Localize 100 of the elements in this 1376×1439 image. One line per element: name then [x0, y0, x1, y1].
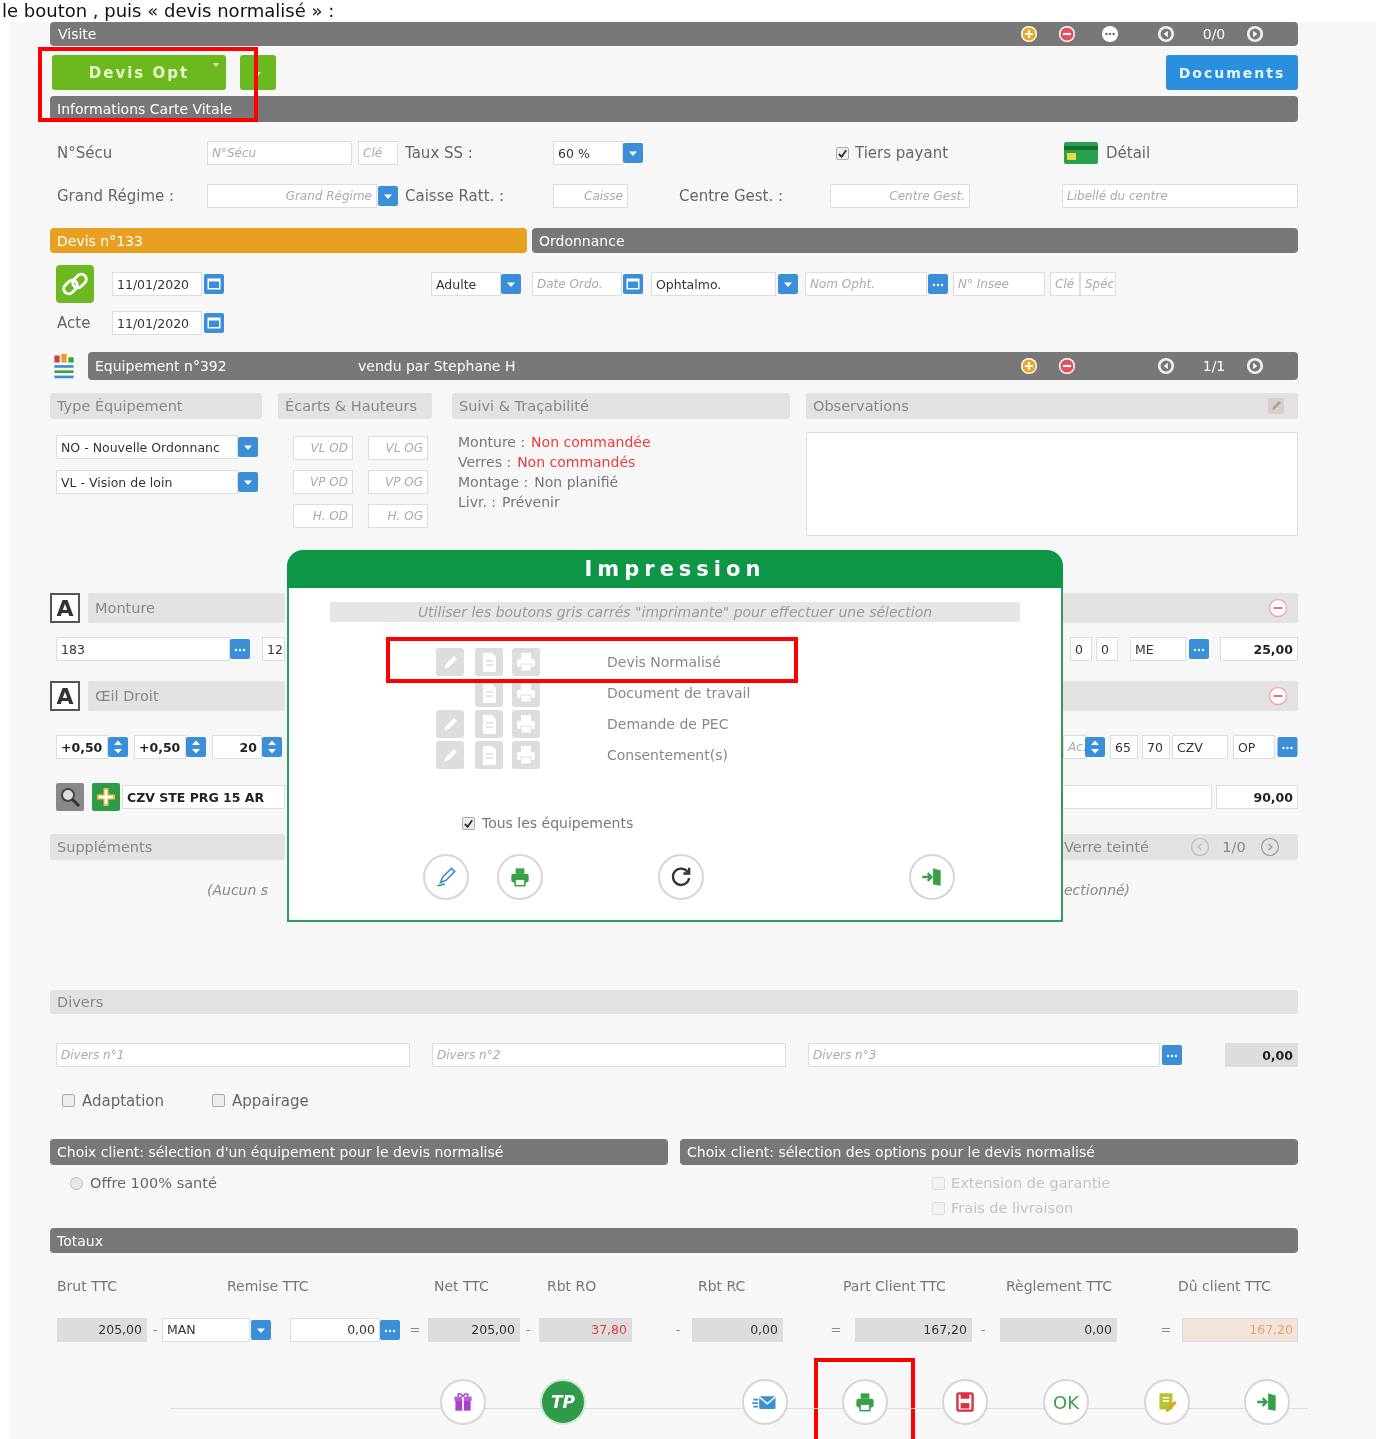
exit-button[interactable]	[909, 854, 955, 900]
calendar-button[interactable]	[204, 313, 224, 333]
input-field[interactable]: Grand Régime	[207, 184, 377, 208]
next-icon[interactable]	[1246, 25, 1264, 43]
dropdown-button[interactable]	[230, 639, 250, 659]
input-field[interactable]: 0,00	[290, 1317, 380, 1342]
previous-icon[interactable]	[1157, 25, 1175, 43]
input-field[interactable]: Libellé du centre	[1062, 184, 1298, 208]
print-button[interactable]	[842, 1379, 888, 1425]
dropdown-button[interactable]	[250, 1319, 272, 1340]
input-field[interactable]: H. OD	[293, 504, 353, 528]
more-icon[interactable]	[1101, 25, 1119, 43]
date-field[interactable]: Date Ordo.	[532, 272, 622, 296]
input-field[interactable]: CZV STE PRG 15 AR	[122, 785, 285, 809]
calendar-button[interactable]	[623, 274, 643, 294]
select-field[interactable]: 60 %	[553, 141, 623, 165]
input-field[interactable]: 65	[1110, 735, 1138, 759]
input-field[interactable]: Divers n°1	[56, 1043, 410, 1067]
price-field[interactable]: 90,00	[1216, 785, 1298, 809]
print-button[interactable]	[497, 854, 543, 900]
input-field[interactable]: Ac.	[1063, 735, 1087, 759]
input-field[interactable]: Clé	[358, 141, 398, 165]
input-field[interactable]: 0	[1096, 637, 1118, 661]
more-button[interactable]	[1161, 1045, 1183, 1065]
refresh-button[interactable]	[658, 854, 704, 900]
select-field[interactable]: ME	[1130, 637, 1186, 661]
input-field[interactable]: OP	[1233, 735, 1275, 759]
input-field[interactable]: 70	[1142, 735, 1170, 759]
date-field[interactable]: 11/01/2020	[112, 311, 202, 335]
remove-icon[interactable]	[1058, 25, 1076, 43]
spinner-button[interactable]	[186, 737, 206, 757]
observations-field[interactable]	[806, 432, 1298, 536]
input-field[interactable]: Clé	[1050, 272, 1080, 296]
checkbox[interactable]	[462, 816, 475, 830]
input-field[interactable]: 12	[262, 637, 285, 661]
mail-button[interactable]	[742, 1379, 788, 1425]
radio-button[interactable]	[70, 1176, 83, 1190]
tp-button[interactable]: TP	[540, 1379, 586, 1425]
input-field[interactable]: N° Insee	[953, 272, 1045, 296]
input-field[interactable]: 20	[212, 735, 262, 759]
devis-button[interactable]: Devis Opt	[52, 55, 226, 90]
spinner-button[interactable]	[108, 737, 128, 757]
input-field[interactable]: VP OG	[368, 470, 428, 494]
save-button[interactable]	[942, 1379, 988, 1425]
input-field[interactable]: VL OD	[293, 436, 353, 460]
input-field[interactable]: H. OG	[368, 504, 428, 528]
input-field[interactable]	[1062, 785, 1212, 809]
documents-button[interactable]: Documents	[1166, 55, 1298, 90]
input-field[interactable]: Spéc	[1080, 272, 1116, 296]
dropdown-button[interactable]	[623, 143, 643, 163]
next-icon[interactable]	[1260, 837, 1280, 857]
sign-button[interactable]	[423, 854, 469, 900]
gift-button[interactable]	[440, 1379, 486, 1425]
dropdown-button[interactable]	[500, 274, 522, 294]
spinner-button[interactable]	[262, 737, 282, 757]
edit-icon[interactable]	[1266, 396, 1286, 416]
previous-icon[interactable]	[1157, 357, 1175, 375]
cross-icon[interactable]	[92, 783, 120, 811]
input-field[interactable]: +0,50	[56, 735, 108, 759]
input-field[interactable]: Nom Opht.	[805, 272, 927, 296]
add-icon[interactable]	[1020, 25, 1038, 43]
more-button[interactable]	[380, 1319, 400, 1340]
input-field[interactable]: Caisse	[553, 184, 628, 208]
dropdown-button[interactable]	[238, 437, 258, 457]
price-field[interactable]: 25,00	[1220, 637, 1298, 661]
checkbox[interactable]	[836, 146, 849, 160]
next-icon[interactable]	[1246, 357, 1264, 375]
more-button[interactable]	[1277, 737, 1298, 757]
select-field[interactable]: Adulte	[431, 272, 501, 296]
select-field[interactable]: VL - Vision de loin	[56, 470, 238, 494]
input-field[interactable]: +0,50	[134, 735, 186, 759]
input-field[interactable]: 183	[56, 637, 230, 661]
remove-icon[interactable]	[1268, 686, 1288, 706]
input-field[interactable]: VP OD	[293, 470, 353, 494]
date-field[interactable]: 11/01/2020	[112, 272, 202, 296]
input-field[interactable]: 0	[1070, 637, 1092, 661]
remove-icon[interactable]	[1058, 357, 1076, 375]
add-icon[interactable]	[1020, 357, 1038, 375]
input-field[interactable]: Divers n°3	[808, 1043, 1160, 1067]
checkbox[interactable]	[62, 1094, 75, 1107]
more-button[interactable]	[928, 274, 948, 294]
checkbox[interactable]	[212, 1094, 225, 1107]
dropdown-button[interactable]	[778, 274, 798, 294]
input-field[interactable]: Divers n°2	[432, 1043, 786, 1067]
dropdown-button[interactable]	[378, 186, 398, 206]
link-icon[interactable]	[56, 265, 94, 303]
ok-button[interactable]: OK	[1043, 1379, 1089, 1425]
exit-button[interactable]	[1244, 1379, 1290, 1425]
remove-icon[interactable]	[1268, 598, 1288, 618]
input-field[interactable]: CZV	[1172, 735, 1228, 759]
select-field[interactable]: Ophtalmo.	[651, 272, 776, 296]
sign-button[interactable]	[1144, 1379, 1190, 1425]
select-field[interactable]: MAN	[162, 1317, 250, 1342]
dropdown-button[interactable]	[238, 472, 258, 492]
select-field[interactable]: NO - Nouvelle Ordonnanc	[56, 435, 238, 459]
calendar-button[interactable]	[204, 274, 224, 294]
input-field[interactable]: Centre Gest.	[830, 184, 970, 208]
spinner-button[interactable]	[1085, 737, 1105, 757]
more-button[interactable]	[1188, 639, 1210, 659]
search-icon[interactable]	[56, 783, 84, 811]
